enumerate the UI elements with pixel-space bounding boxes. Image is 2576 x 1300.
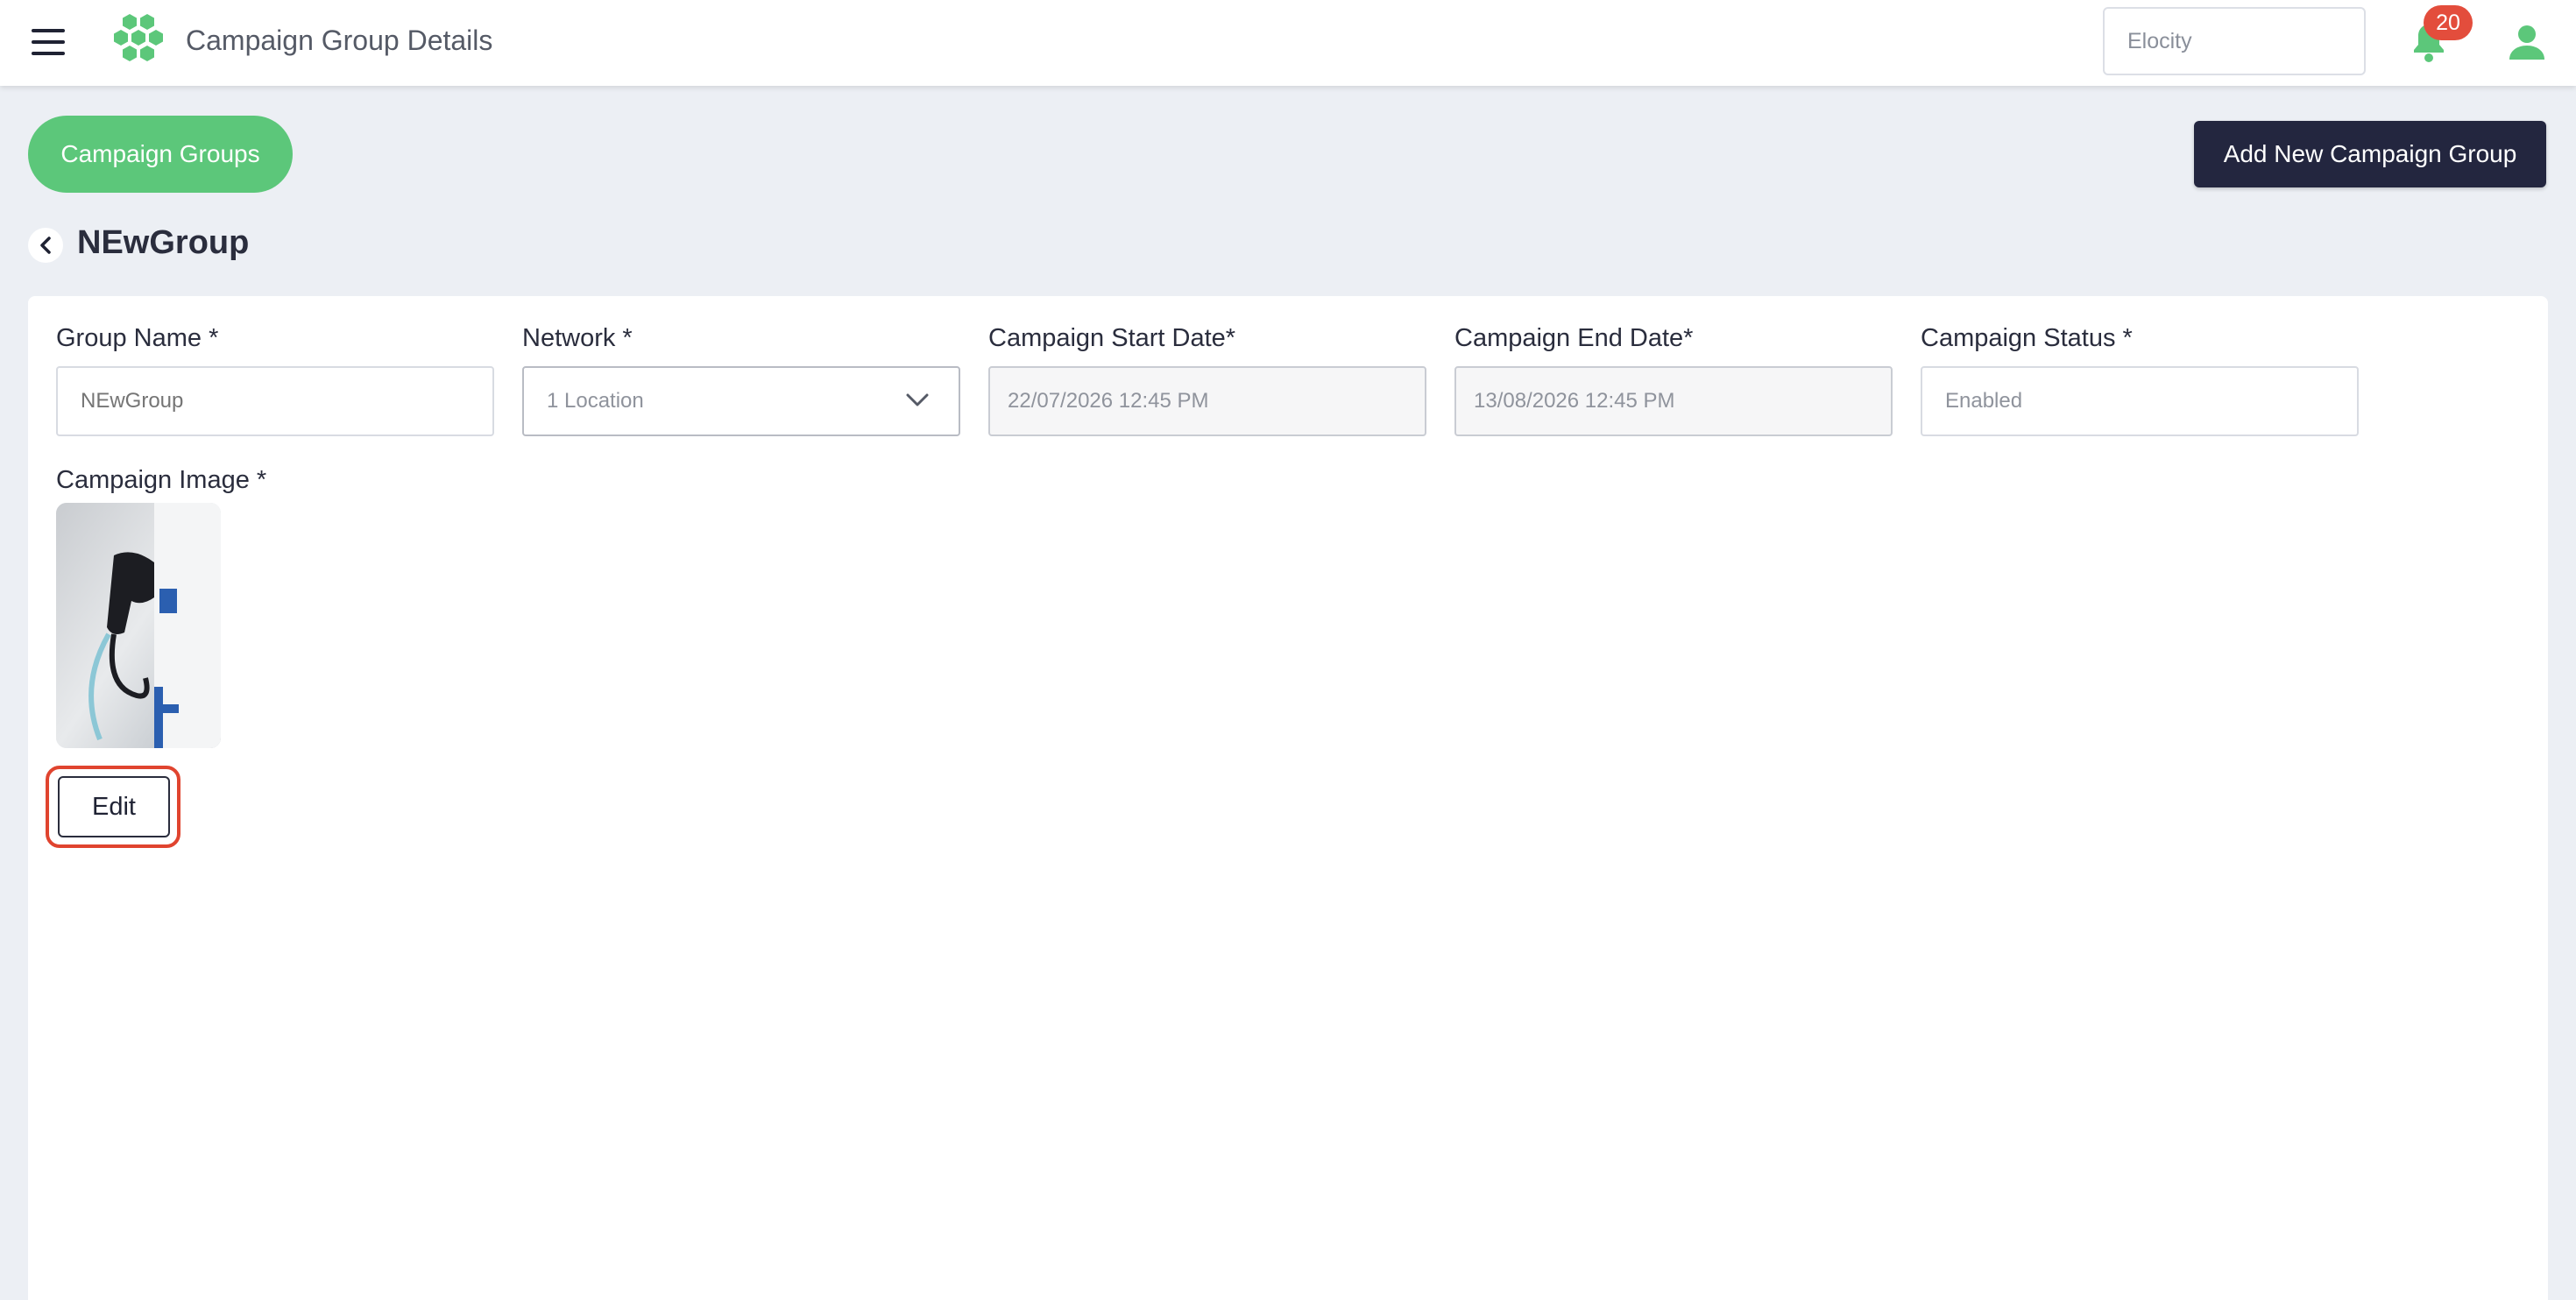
status-label: Campaign Status * [1921,324,2133,352]
campaign-groups-button[interactable]: Campaign Groups [28,116,293,193]
start-date-label: Campaign Start Date* [988,324,1236,352]
network-label: Network * [522,324,633,352]
status-field[interactable]: Enabled [1921,366,2359,436]
details-card: Group Name * Network * 1 Location Campai… [28,296,2548,1300]
chevron-left-icon [40,237,51,254]
user-icon[interactable] [2508,23,2546,61]
hexagon-logo-icon [114,14,163,61]
end-date-field[interactable]: 13/08/2026 12:45 PM [1454,366,1893,436]
page-title: Campaign Group Details [186,25,493,56]
group-title: NEwGroup [77,224,250,261]
network-value: 1 Location [547,389,644,413]
menu-icon[interactable] [32,29,65,55]
notification-badge: 20 [2424,5,2473,40]
add-new-campaign-group-button[interactable]: Add New Campaign Group [2194,121,2546,187]
organization-selector[interactable]: Elocity [2103,7,2366,75]
edit-button[interactable]: Edit [58,776,170,837]
back-button[interactable] [28,228,63,263]
top-bar: Campaign Group Details Elocity 20 [0,0,2576,86]
ev-charger-image [56,503,221,748]
edit-highlight: Edit [46,766,180,848]
start-date-field[interactable]: 22/07/2026 12:45 PM [988,366,1426,436]
chevron-down-icon [906,393,929,406]
campaign-image [56,503,221,748]
campaign-image-label: Campaign Image * [56,466,267,494]
network-select[interactable]: 1 Location [522,366,960,436]
group-name-input[interactable] [56,366,494,436]
end-date-label: Campaign End Date* [1454,324,1694,352]
group-name-label: Group Name * [56,324,219,352]
